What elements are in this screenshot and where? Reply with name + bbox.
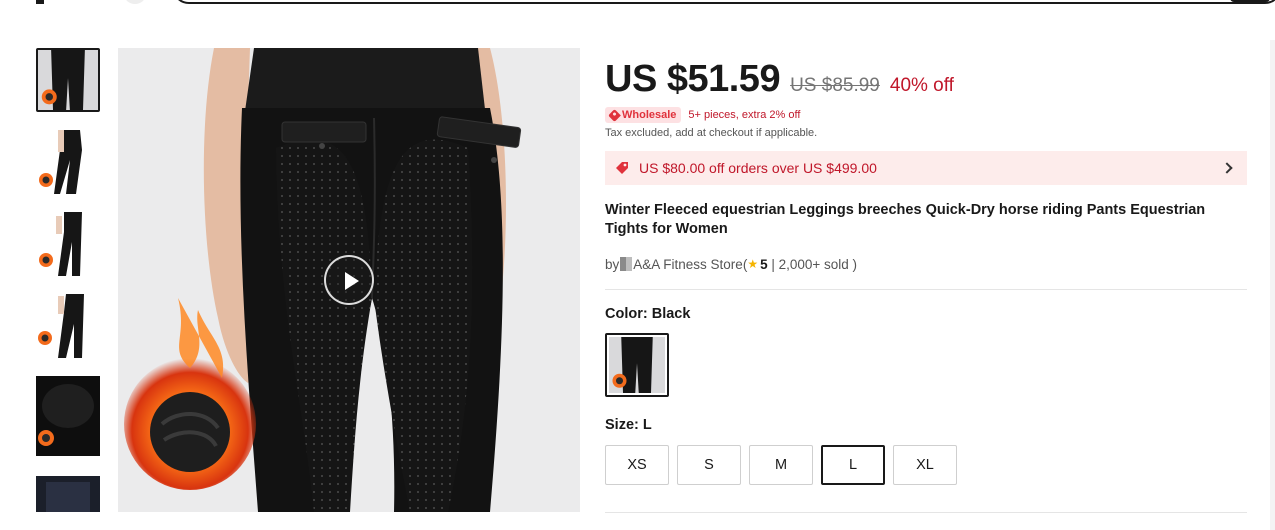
original-price: US $85.99 xyxy=(790,75,880,96)
store-rating: 5 xyxy=(760,256,768,272)
current-price: US $51.59 xyxy=(605,58,781,100)
main-product-image[interactable] xyxy=(118,48,580,512)
search-input[interactable] xyxy=(172,0,1275,4)
coupon-text: US $80.00 off orders over US $499.00 xyxy=(639,160,877,176)
header-icon[interactable] xyxy=(124,0,146,4)
size-label-text: Size: xyxy=(605,417,639,433)
size-option-s[interactable]: S xyxy=(677,445,741,485)
price-row: US $51.59 US $85.99 40% off xyxy=(605,58,1247,102)
thumbnail-1[interactable] xyxy=(36,48,100,112)
bottom-divider xyxy=(605,512,1247,513)
color-swatch-black[interactable] xyxy=(605,333,669,397)
color-label-text: Color: xyxy=(605,306,648,322)
tag-icon xyxy=(608,108,621,122)
divider xyxy=(605,289,1247,290)
discount-percent: 40% off xyxy=(889,75,954,96)
thumbnail-2[interactable] xyxy=(36,130,100,194)
wholesale-badge-label: Wholesale xyxy=(622,109,677,121)
site-logo[interactable] xyxy=(36,0,44,4)
wholesale-offer-text: 5+ pieces, extra 2% off xyxy=(688,109,801,121)
size-value: L xyxy=(642,417,652,433)
thumbnail-6[interactable] xyxy=(36,476,100,512)
sold-count: | 2,000+ sold ) xyxy=(767,256,858,272)
store-row: by A&A Fitness Store ( ★ 5 | 2,000+ sold… xyxy=(605,255,1247,273)
size-option-m[interactable]: M xyxy=(749,445,813,485)
size-label: Size: L xyxy=(605,417,1247,435)
color-swatch-image xyxy=(609,337,665,393)
size-option-l[interactable]: L xyxy=(821,445,885,485)
by-prefix: by xyxy=(605,256,620,272)
play-icon xyxy=(345,272,359,290)
store-name-link[interactable]: A&A Fitness Store xyxy=(633,257,743,272)
size-option-xs[interactable]: XS xyxy=(605,445,669,485)
product-title: Winter Fleeced equestrian Leggings breec… xyxy=(605,202,1206,237)
coupon-bar[interactable]: US $80.00 off orders over US $499.00 xyxy=(605,151,1247,185)
thumbnail-4[interactable] xyxy=(36,294,100,358)
star-icon: ★ xyxy=(747,257,759,271)
page-scrollbar[interactable] xyxy=(1270,40,1275,530)
search-button[interactable] xyxy=(1230,0,1270,2)
wholesale-badge[interactable]: Wholesale xyxy=(605,107,682,123)
product-info: US $51.59 US $85.99 40% off Wholesale 5+… xyxy=(605,58,1247,485)
chevron-right-icon xyxy=(1221,162,1233,174)
color-label: Color: Black xyxy=(605,306,1247,324)
color-value: Black xyxy=(651,306,691,322)
size-options: XS S M L XL xyxy=(605,445,1247,485)
wholesale-row: Wholesale 5+ pieces, extra 2% off xyxy=(605,106,1247,124)
tax-note: Tax excluded, add at checkout if applica… xyxy=(605,127,818,139)
coupon-icon xyxy=(616,162,628,174)
play-video-button[interactable] xyxy=(324,255,374,305)
store-logo-icon xyxy=(620,257,633,271)
thumbnail-3[interactable] xyxy=(36,212,100,276)
thumbnail-5[interactable] xyxy=(36,376,100,456)
size-option-xl[interactable]: XL xyxy=(893,445,957,485)
